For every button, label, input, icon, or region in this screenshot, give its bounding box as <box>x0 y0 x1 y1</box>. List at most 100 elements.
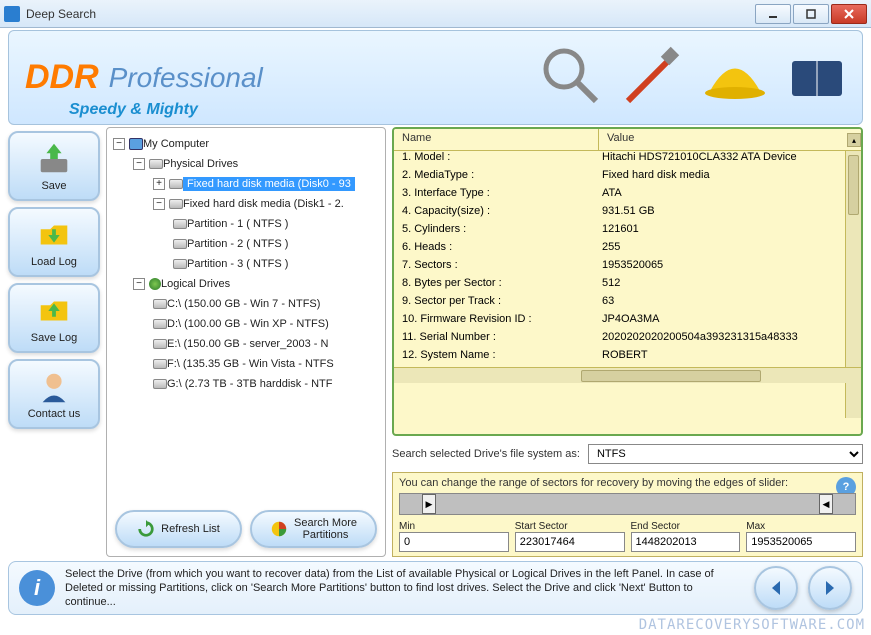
watermark: DATARECOVERYSOFTWARE.COM <box>639 617 865 633</box>
start-sector-input[interactable] <box>515 532 625 552</box>
computer-icon <box>129 138 143 150</box>
drive-icon <box>153 339 167 349</box>
drive-icon <box>149 159 163 169</box>
brand-logo: DDR <box>25 58 99 97</box>
property-value: ROBERT <box>602 349 853 367</box>
tagline: Speedy & Mighty <box>69 101 198 119</box>
tree-physical[interactable]: −Physical Drives <box>113 154 379 174</box>
load-log-button[interactable]: Load Log <box>8 207 100 277</box>
tree-part3[interactable]: Partition - 3 ( NTFS ) <box>113 254 379 274</box>
property-name: 8. Bytes per Sector : <box>402 277 602 295</box>
tree-drive-e[interactable]: E:\ (150.00 GB - server_2003 - N <box>113 334 379 354</box>
end-sector-input[interactable] <box>631 532 741 552</box>
min-input[interactable] <box>399 532 509 552</box>
minimize-button[interactable] <box>755 4 791 24</box>
save-label: Save <box>41 180 66 192</box>
collapse-icon[interactable]: − <box>133 278 145 290</box>
save-log-icon <box>35 292 73 330</box>
collapse-icon[interactable]: − <box>153 198 165 210</box>
min-label: Min <box>399 521 509 532</box>
slider-handle-left[interactable]: ▶ <box>422 494 436 514</box>
property-row: 7. Sectors :1953520065 <box>394 259 861 277</box>
property-row: 1. Model :Hitachi HDS721010CLA332 ATA De… <box>394 151 861 169</box>
footer: i Select the Drive (from which you want … <box>8 561 863 615</box>
slider-message: You can change the range of sectors for … <box>399 477 856 489</box>
tree-drive-d[interactable]: D:\ (100.00 GB - Win XP - NTFS) <box>113 314 379 334</box>
expand-icon[interactable]: + <box>153 178 165 190</box>
properties-panel: Name Value 1. Model :Hitachi HDS721010CL… <box>392 127 863 436</box>
sector-slider[interactable]: ▶ ◀ <box>399 493 856 515</box>
maximize-button[interactable] <box>793 4 829 24</box>
collapse-icon[interactable]: − <box>113 138 125 150</box>
header-name: Name <box>394 129 599 150</box>
drive-icon <box>169 179 183 189</box>
max-input[interactable] <box>746 532 856 552</box>
drive-icon <box>169 199 183 209</box>
property-value: 2020202020200504a393231315a48333 <box>602 331 853 349</box>
tree-disk0[interactable]: +Fixed hard disk media (Disk0 - 93 <box>113 174 379 194</box>
brand-suffix: Professional <box>109 62 263 94</box>
titlebar: Deep Search <box>0 0 871 28</box>
slider-handle-right[interactable]: ◀ <box>819 494 833 514</box>
property-name: 11. Serial Number : <box>402 331 602 349</box>
collapse-icon[interactable]: − <box>133 158 145 170</box>
property-row: 12. System Name :ROBERT <box>394 349 861 367</box>
start-label: Start Sector <box>515 521 625 532</box>
property-name: 6. Heads : <box>402 241 602 259</box>
property-value: 63 <box>602 295 853 313</box>
close-button[interactable] <box>831 4 867 24</box>
sector-range-box: You can change the range of sectors for … <box>392 472 863 557</box>
scrollbar-thumb[interactable] <box>848 155 859 215</box>
refresh-icon <box>137 520 155 538</box>
back-button[interactable] <box>754 566 798 610</box>
header-value: Value <box>599 129 861 150</box>
tree-disk1[interactable]: −Fixed hard disk media (Disk1 - 2. <box>113 194 379 214</box>
horizontal-scrollbar[interactable] <box>394 367 861 383</box>
save-button[interactable]: Save <box>8 131 100 201</box>
screwdriver-icon <box>618 41 688 111</box>
drive-icon <box>153 319 167 329</box>
scrollbar-thumb[interactable] <box>581 370 761 382</box>
save-log-label: Save Log <box>31 332 77 344</box>
refresh-label: Refresh List <box>161 523 220 535</box>
property-value: JP4OA3MA <box>602 313 853 331</box>
contact-label: Contact us <box>28 408 81 420</box>
search-more-button[interactable]: Search More Partitions <box>250 510 377 548</box>
refresh-list-button[interactable]: Refresh List <box>115 510 242 548</box>
property-row: 4. Capacity(size) :931.51 GB <box>394 205 861 223</box>
info-icon: i <box>19 570 55 606</box>
tree-root[interactable]: −My Computer <box>113 134 379 154</box>
next-button[interactable] <box>808 566 852 610</box>
property-value: Fixed hard disk media <box>602 169 853 187</box>
scroll-up-icon[interactable]: ▴ <box>847 133 861 147</box>
filesystem-select[interactable]: NTFS <box>588 444 863 464</box>
property-value: Hitachi HDS721010CLA332 ATA Device <box>602 151 853 169</box>
globe-icon <box>149 278 161 290</box>
drive-tree[interactable]: −My Computer −Physical Drives +Fixed har… <box>113 134 379 394</box>
tree-part1[interactable]: Partition - 1 ( NTFS ) <box>113 214 379 234</box>
app-icon <box>4 6 20 22</box>
tree-drive-g[interactable]: G:\ (2.73 TB - 3TB harddisk - NTF <box>113 374 379 394</box>
tree-logical[interactable]: −Logical Drives <box>113 274 379 294</box>
tree-part2[interactable]: Partition - 2 ( NTFS ) <box>113 234 379 254</box>
save-log-button[interactable]: Save Log <box>8 283 100 353</box>
property-row: 11. Serial Number :2020202020200504a3932… <box>394 331 861 349</box>
property-name: 9. Sector per Track : <box>402 295 602 313</box>
contact-button[interactable]: Contact us <box>8 359 100 429</box>
search-more-label: Search More Partitions <box>294 517 357 541</box>
property-value: 512 <box>602 277 853 295</box>
book-icon <box>782 41 852 111</box>
property-value: 1953520065 <box>602 259 853 277</box>
magnifier-icon <box>536 41 606 111</box>
banner-decoration <box>536 41 852 111</box>
property-value: 121601 <box>602 223 853 241</box>
property-name: 3. Interface Type : <box>402 187 602 205</box>
filesystem-label: Search selected Drive's file system as: <box>392 448 580 460</box>
footer-message: Select the Drive (from which you want to… <box>65 567 744 610</box>
property-name: 12. System Name : <box>402 349 602 367</box>
pie-icon <box>270 520 288 538</box>
property-row: 10. Firmware Revision ID :JP4OA3MA <box>394 313 861 331</box>
tree-drive-c[interactable]: C:\ (150.00 GB - Win 7 - NTFS) <box>113 294 379 314</box>
drive-tree-panel: −My Computer −Physical Drives +Fixed har… <box>106 127 386 557</box>
tree-drive-f[interactable]: F:\ (135.35 GB - Win Vista - NTFS <box>113 354 379 374</box>
